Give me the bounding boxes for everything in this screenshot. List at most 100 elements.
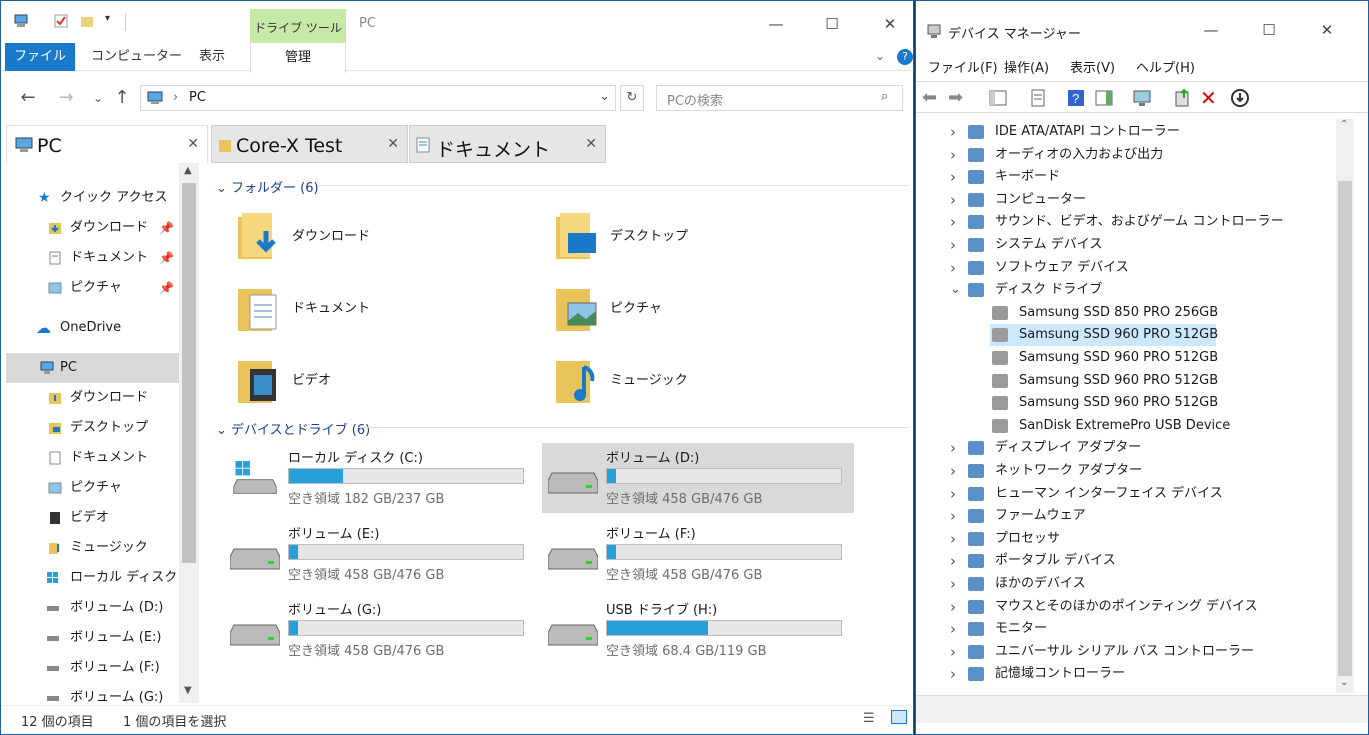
disable-device-icon[interactable] (1230, 88, 1250, 108)
expand-icon[interactable]: › (950, 121, 956, 143)
close-tab-icon[interactable]: ✕ (387, 136, 399, 152)
tree-scrollbar[interactable]: ⌃ ⌄ (1336, 119, 1354, 693)
tree-device-item[interactable]: Samsung SSD 960 PRO 512GB (916, 370, 1336, 392)
tree-category-item[interactable]: › ヒューマン インターフェイス デバイス (916, 483, 1336, 505)
tree-category-item[interactable]: › ユニバーサル シリアル バス コントローラー (916, 641, 1336, 663)
nav-quick-access[interactable]: ★ クイック アクセス (6, 183, 180, 213)
properties-icon[interactable] (53, 13, 69, 29)
tree-device-item[interactable]: SanDisk ExtremePro USB Device (916, 415, 1336, 437)
nav-pc-item[interactable]: ボリューム (E:) (6, 623, 180, 653)
tab-documents[interactable]: ドキュメント ✕ (409, 125, 606, 163)
tab-pc[interactable]: PC ✕ (6, 125, 208, 163)
computer-icon[interactable] (13, 13, 29, 29)
expand-icon[interactable]: › (950, 437, 956, 459)
expand-icon[interactable]: › (950, 257, 956, 279)
recent-locations-icon[interactable]: ⌄ (87, 87, 109, 109)
folder-pictures[interactable]: ピクチャ (554, 277, 854, 341)
drive-d[interactable]: ボリューム (D:) 空き領域 458 GB/476 GB (542, 443, 854, 513)
large-icons-view-icon[interactable] (891, 710, 907, 724)
nav-pc-item[interactable]: ボリューム (D:) (6, 593, 180, 623)
expand-icon[interactable]: › (950, 596, 956, 618)
expand-icon[interactable]: › (950, 641, 956, 663)
folders-group-header[interactable]: ⌄ フォルダー (6) (216, 177, 319, 196)
collapse-icon[interactable]: ⌄ (950, 279, 961, 301)
expand-icon[interactable]: › (950, 189, 956, 211)
scroll-up-icon[interactable]: ▲ (184, 165, 192, 176)
drive-c[interactable]: ローカル ディスク (C:) 空き領域 182 GB/237 GB (224, 443, 536, 513)
expand-icon[interactable]: › (950, 573, 956, 595)
expand-icon[interactable]: › (950, 483, 956, 505)
maximize-button[interactable]: ☐ (809, 9, 855, 39)
close-button[interactable]: ✕ (867, 9, 913, 39)
folder-videos[interactable]: ビデオ (236, 349, 536, 413)
tree-category-item[interactable]: › ソフトウェア デバイス (916, 257, 1336, 279)
tab-core-x-test[interactable]: Core-X Test ✕ (211, 125, 408, 163)
tree-category-item[interactable]: › IDE ATA/ATAPI コントローラー (916, 121, 1336, 143)
qat-dropdown-icon[interactable]: ▾ (105, 13, 110, 24)
nav-pc-item[interactable]: ローカル ディスク (C (6, 563, 180, 593)
nav-scrollbar[interactable]: ▲ ▼ (179, 163, 199, 703)
tree-category-item[interactable]: ⌄ ディスク ドライブ (916, 279, 1336, 301)
tree-category-item[interactable]: › サウンド、ビデオ、およびゲーム コントローラー (916, 211, 1336, 233)
folder-downloads[interactable]: ダウンロード (236, 205, 536, 269)
expand-icon[interactable]: › (950, 618, 956, 640)
tree-category-item[interactable]: › ディスプレイ アダプター (916, 437, 1336, 459)
tree-category-item[interactable]: › ファームウェア (916, 505, 1336, 527)
ribbon-expand-icon[interactable]: ⌄ (875, 49, 885, 63)
tree-category-item[interactable]: › 記憶域コントローラー (916, 663, 1336, 685)
nav-pc-item[interactable]: ボリューム (G:) (6, 683, 180, 703)
drives-group-header[interactable]: ⌄ デバイスとドライブ (6) (216, 419, 370, 438)
scan-hardware-icon[interactable] (1132, 88, 1152, 108)
expand-icon[interactable]: › (950, 211, 956, 233)
close-tab-icon[interactable]: ✕ (585, 136, 597, 152)
pin-icon[interactable]: 📌 (159, 243, 174, 273)
expand-icon[interactable]: › (950, 550, 956, 572)
back-icon[interactable]: ← (17, 87, 39, 109)
tree-category-item[interactable]: › モニター (916, 618, 1336, 640)
ribbon-tab-view[interactable]: 表示 (199, 43, 225, 71)
expand-icon[interactable]: › (950, 234, 956, 256)
expand-icon[interactable]: › (950, 505, 956, 527)
folder-music[interactable]: ミュージック (554, 349, 854, 413)
expand-icon[interactable]: › (950, 166, 956, 188)
minimize-button[interactable]: — (1188, 15, 1234, 45)
drive-e[interactable]: ボリューム (E:) 空き領域 458 GB/476 GB (224, 519, 536, 589)
nav-pc-item[interactable]: ドキュメント (6, 443, 180, 473)
show-hide-console-tree-icon[interactable] (988, 88, 1008, 108)
back-icon[interactable]: ⬅ (922, 88, 942, 108)
action-pane-icon[interactable] (1094, 88, 1114, 108)
scroll-down-icon[interactable]: ⌄ (1340, 677, 1348, 688)
drive-f[interactable]: ボリューム (F:) 空き領域 458 GB/476 GB (542, 519, 854, 589)
drive-g[interactable]: ボリューム (G:) 空き領域 458 GB/476 GB (224, 595, 536, 665)
forward-icon[interactable]: → (55, 87, 77, 109)
nav-pc-item[interactable]: ダウンロード (6, 383, 180, 413)
nav-quick-documents[interactable]: ドキュメント 📌 (6, 243, 180, 273)
forward-icon[interactable]: ➡ (948, 88, 968, 108)
uninstall-icon[interactable]: ✕ (1200, 88, 1220, 108)
update-driver-icon[interactable] (1172, 88, 1192, 108)
nav-quick-downloads[interactable]: ダウンロード 📌 (6, 213, 180, 243)
tree-device-item[interactable]: Samsung SSD 850 PRO 256GB (916, 302, 1336, 324)
tree-device-item[interactable]: Samsung SSD 960 PRO 512GB (990, 324, 1218, 347)
maximize-button[interactable]: ☐ (1246, 15, 1292, 45)
folder-desktop[interactable]: デスクトップ (554, 205, 854, 269)
expand-icon[interactable]: › (950, 144, 956, 166)
menu-action[interactable]: 操作(A) (1004, 57, 1049, 76)
new-folder-icon[interactable] (79, 13, 95, 29)
up-icon[interactable]: ↑ (111, 87, 133, 109)
tree-category-item[interactable]: › ポータブル デバイス (916, 550, 1336, 572)
scroll-thumb[interactable] (1338, 181, 1352, 676)
tree-category-item[interactable]: › オーディオの入力および出力 (916, 144, 1336, 166)
scroll-up-icon[interactable]: ⌃ (1340, 119, 1348, 130)
nav-pc-item[interactable]: デスクトップ (6, 413, 180, 443)
help-icon[interactable]: ? (1066, 88, 1086, 108)
nav-pc-item[interactable]: ビデオ (6, 503, 180, 533)
nav-pc[interactable]: PC (6, 353, 180, 383)
tree-category-item[interactable]: › プロセッサ (916, 528, 1336, 550)
menu-view[interactable]: 表示(V) (1070, 57, 1115, 76)
properties-icon[interactable] (1028, 88, 1048, 108)
ribbon-tab-file[interactable]: ファイル (5, 43, 75, 71)
tree-category-item[interactable]: › ほかのデバイス (916, 573, 1336, 595)
tree-category-item[interactable]: › キーボード (916, 166, 1336, 188)
pin-icon[interactable]: 📌 (159, 273, 174, 303)
